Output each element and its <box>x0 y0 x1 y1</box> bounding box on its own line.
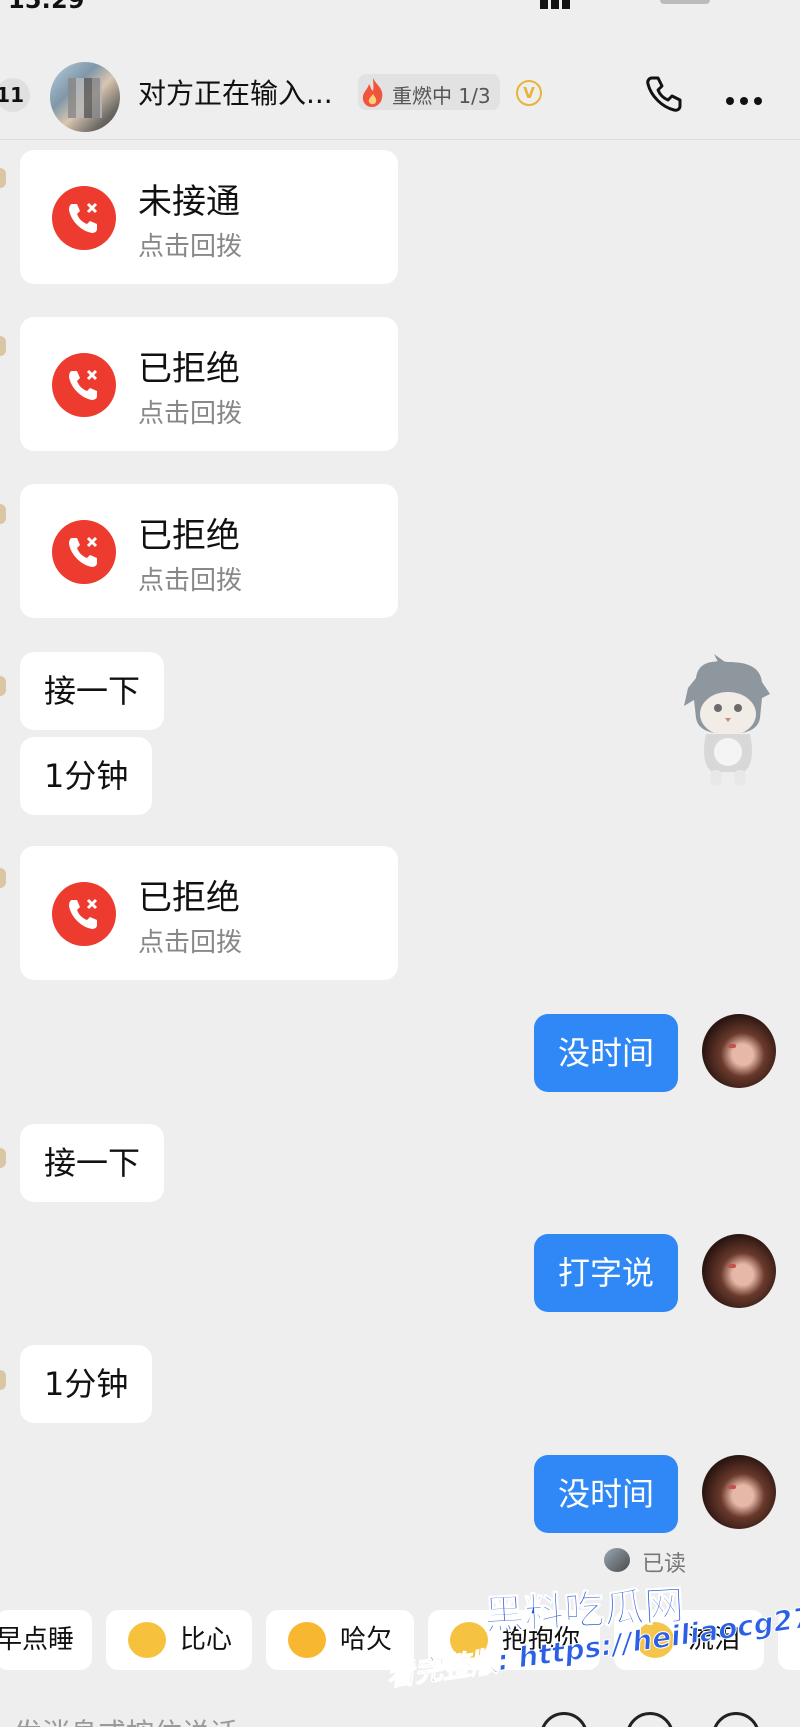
my-avatar[interactable] <box>702 1014 776 1088</box>
typing-status: 对方正在输入... <box>138 77 333 110</box>
battery-icon <box>660 0 710 4</box>
incoming-message[interactable]: 接一下 <box>20 652 165 730</box>
call-back-label: 点击回拨 <box>138 399 243 429</box>
call-rejected-icon <box>52 520 116 584</box>
call-status: 已拒绝 <box>138 349 240 389</box>
incoming-message[interactable]: 接一下 <box>20 1124 165 1202</box>
outgoing-message[interactable]: 没时间 <box>534 1014 679 1092</box>
call-back-label: 点击回拨 <box>138 232 243 262</box>
more-options-icon[interactable] <box>726 90 770 105</box>
heart-hands-emoji-icon <box>128 1622 166 1658</box>
message-input-bar: 发消息或按住说话 <box>0 1694 800 1727</box>
call-record-card[interactable]: 已拒绝 点击回拨 <box>20 317 398 451</box>
phone-call-icon[interactable] <box>642 72 686 116</box>
message-input[interactable]: 发消息或按住说话 <box>14 1712 238 1727</box>
call-rejected-icon <box>52 882 116 946</box>
outgoing-message[interactable]: 打字说 <box>534 1234 679 1312</box>
shark-cat-sticker[interactable] <box>676 648 780 790</box>
back-button[interactable]: 11 <box>0 78 30 112</box>
peer-mini-avatar <box>0 676 6 696</box>
peer-mini-avatar <box>0 868 6 888</box>
my-avatar[interactable] <box>702 1455 776 1529</box>
emoji-icon[interactable] <box>626 1712 674 1727</box>
streak-badge[interactable]: 重燃中 1/3 <box>358 74 500 110</box>
signal-icon <box>540 0 584 9</box>
peer-mini-avatar <box>0 1370 6 1390</box>
incoming-message[interactable]: 1分钟 <box>20 1345 153 1423</box>
peer-mini-avatar <box>604 1548 630 1572</box>
quick-reply-label: 比心 <box>180 1625 233 1655</box>
call-rejected-icon <box>52 186 116 250</box>
incoming-message[interactable]: 1分钟 <box>20 737 153 815</box>
status-bar: 15:29 <box>0 0 800 16</box>
peer-avatar[interactable] <box>50 62 120 132</box>
peer-mini-avatar <box>0 504 6 524</box>
flame-icon <box>362 78 383 107</box>
call-status: 未接通 <box>138 182 240 222</box>
call-back-label: 点击回拨 <box>138 928 243 958</box>
quick-reply-heart[interactable]: 比心 <box>106 1610 252 1670</box>
outgoing-message[interactable]: 没时间 <box>534 1455 679 1533</box>
call-record-card[interactable]: 未接通 点击回拨 <box>20 150 398 284</box>
peer-mini-avatar <box>0 336 6 356</box>
call-status: 已拒绝 <box>138 878 240 918</box>
status-time: 15:29 <box>8 0 85 14</box>
yawn-emoji-icon <box>288 1622 326 1658</box>
voice-icon[interactable] <box>540 1712 588 1727</box>
my-avatar[interactable] <box>702 1234 776 1308</box>
unread-count: 11 <box>0 83 24 107</box>
call-record-card[interactable]: 已拒绝 点击回拨 <box>20 846 398 980</box>
peer-mini-avatar <box>0 168 6 188</box>
chat-header: 11 对方正在输入... 重燃中 1/3 V <box>0 48 800 140</box>
quick-reply-label: 早点睡 <box>0 1625 75 1655</box>
call-back-label: 点击回拨 <box>138 566 243 596</box>
streak-label: 重燃中 1/3 <box>392 84 491 108</box>
quick-reply-label: 哈欠 <box>340 1625 393 1655</box>
call-record-card[interactable]: 已拒绝 点击回拨 <box>20 484 398 618</box>
call-rejected-icon <box>52 353 116 417</box>
vip-icon[interactable]: V <box>516 80 542 106</box>
quick-reply-sleep[interactable]: 早点睡 <box>0 1610 92 1670</box>
plus-icon[interactable] <box>712 1712 760 1727</box>
call-status: 已拒绝 <box>138 516 240 556</box>
peer-mini-avatar <box>0 1148 6 1168</box>
